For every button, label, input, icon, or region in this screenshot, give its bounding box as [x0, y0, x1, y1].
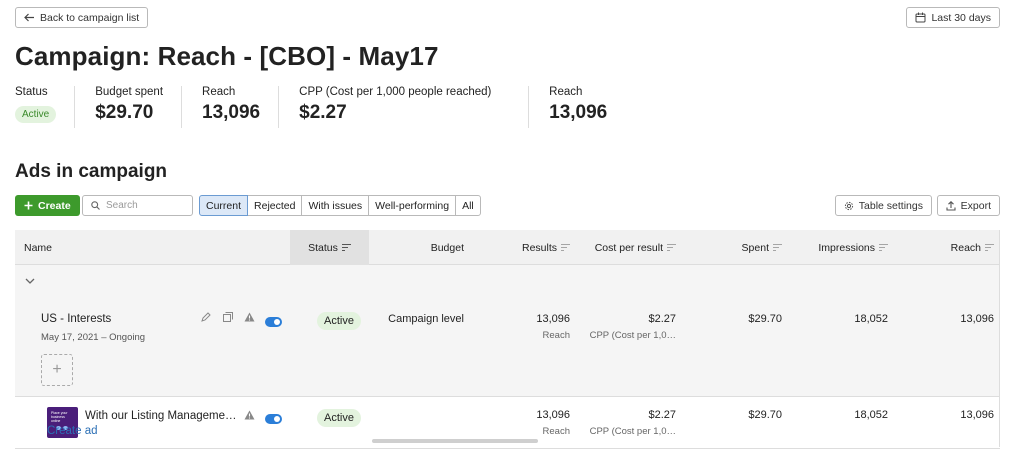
chevron-down-icon[interactable] — [25, 278, 35, 285]
stat-reach-secondary: Reach 13,096 — [549, 86, 625, 128]
table-row[interactable]: US - Interests May 17, 2021 – Ongoing Ac… — [15, 265, 1000, 397]
stat-value: $2.27 — [299, 102, 347, 123]
toggle-icon[interactable] — [265, 317, 282, 327]
ads-toolbar: Create Current Rejected With issues Well… — [15, 195, 1000, 217]
status-badge: Active — [15, 106, 57, 123]
date-range-label: Last 30 days — [931, 11, 991, 24]
cost-per-result-value: $2.27 CPP (Cost per 1,0… — [589, 409, 676, 437]
warning-icon[interactable] — [244, 312, 255, 322]
export-button[interactable]: Export — [936, 195, 1000, 216]
results-value: 13,096 Reach — [536, 409, 570, 437]
stat-value: $29.70 — [95, 102, 154, 123]
create-label: Create — [38, 199, 71, 212]
thumbnail-text: Place your business online — [51, 411, 68, 423]
search-box — [82, 195, 193, 216]
filter-well-performing[interactable]: Well-performing — [368, 195, 457, 216]
export-icon — [946, 200, 956, 211]
calendar-icon — [915, 12, 926, 23]
plus-icon: + — [52, 361, 62, 378]
results-value: 13,096 Reach — [536, 313, 570, 341]
toggle-icon[interactable] — [265, 414, 282, 424]
stat-label: Reach — [549, 86, 583, 98]
ad-name[interactable]: With our Listing Manageme… — [85, 410, 236, 422]
column-spent[interactable]: Spent — [742, 230, 782, 265]
back-to-campaign-list-button[interactable]: Back to campaign list — [15, 7, 149, 28]
filter-all[interactable]: All — [455, 195, 481, 216]
stat-label: CPP (Cost per 1,000 people reached) — [299, 86, 492, 98]
stat-label: Budget spent — [95, 86, 164, 98]
pencil-icon[interactable] — [201, 312, 211, 322]
column-reach[interactable]: Reach — [951, 230, 994, 265]
column-budget[interactable]: Budget — [431, 230, 464, 265]
sort-icon — [879, 244, 888, 252]
ad-set-name[interactable]: US - Interests — [41, 313, 111, 325]
ad-set-dates: May 17, 2021 – Ongoing — [41, 332, 146, 343]
stat-value: 13,096 — [202, 102, 261, 123]
search-input[interactable] — [106, 200, 186, 211]
sort-icon — [561, 244, 570, 252]
date-range-button[interactable]: Last 30 days — [906, 7, 1000, 28]
column-cost-per-result[interactable]: Cost per result — [595, 230, 676, 265]
stat-label: Reach — [202, 86, 236, 98]
reach-value: 13,096 — [960, 313, 994, 325]
table-settings-button[interactable]: Table settings — [834, 195, 932, 216]
sort-icon — [341, 244, 351, 252]
gear-icon — [844, 201, 853, 210]
column-name[interactable]: Name — [24, 230, 52, 265]
spent-value: $29.70 — [748, 409, 782, 421]
stat-cpp: CPP (Cost per 1,000 people reached) $2.2… — [299, 86, 530, 128]
column-impressions[interactable]: Impressions — [818, 230, 888, 265]
impressions-value: 18,052 — [854, 313, 888, 325]
budget-value: Campaign level — [388, 313, 464, 325]
stat-budget-spent: Budget spent $29.70 — [95, 86, 183, 128]
stat-value: 13,096 — [549, 102, 608, 123]
create-ad-link[interactable]: Create ad — [47, 425, 98, 437]
status-badge: Active — [317, 312, 361, 330]
warning-icon[interactable] — [244, 410, 255, 420]
create-button[interactable]: Create — [15, 195, 80, 216]
reach-value: 13,096 — [960, 409, 994, 421]
stat-reach: Reach 13,096 — [202, 86, 280, 128]
sort-icon — [985, 244, 994, 252]
duplicate-icon[interactable] — [223, 312, 233, 322]
column-status[interactable]: Status — [290, 230, 369, 265]
filter-tabs: Current Rejected With issues Well-perfor… — [199, 195, 481, 216]
plus-icon — [24, 201, 33, 210]
search-icon — [91, 201, 100, 210]
spent-value: $29.70 — [748, 313, 782, 325]
stat-status: Status Active — [15, 86, 76, 128]
impressions-value: 18,052 — [854, 409, 888, 421]
sort-icon — [773, 244, 782, 252]
campaign-stats: Status Active Budget spent $29.70 Reach … — [15, 86, 645, 128]
add-ad-button[interactable]: + — [41, 354, 73, 386]
page-title: Campaign: Reach - [CBO] - May17 — [15, 41, 439, 71]
export-label: Export — [960, 199, 991, 212]
status-badge: Active — [317, 409, 361, 427]
table-border — [999, 230, 1000, 447]
sort-icon — [667, 244, 676, 252]
horizontal-scrollbar[interactable] — [372, 439, 538, 443]
ads-table: Name Status Budget Results Cost per resu… — [15, 230, 1000, 449]
cost-per-result-value: $2.27 CPP (Cost per 1,0… — [589, 313, 676, 341]
stat-label: Status — [15, 86, 48, 98]
filter-rejected[interactable]: Rejected — [247, 195, 303, 216]
filter-current[interactable]: Current — [199, 195, 249, 216]
section-title: Ads in campaign — [15, 161, 168, 182]
filter-with-issues[interactable]: With issues — [301, 195, 370, 216]
table-settings-label: Table settings — [858, 199, 923, 212]
column-results[interactable]: Results — [522, 230, 570, 265]
table-header: Name Status Budget Results Cost per resu… — [15, 230, 1000, 265]
back-label: Back to campaign list — [40, 11, 140, 24]
arrow-left-icon — [24, 13, 34, 22]
